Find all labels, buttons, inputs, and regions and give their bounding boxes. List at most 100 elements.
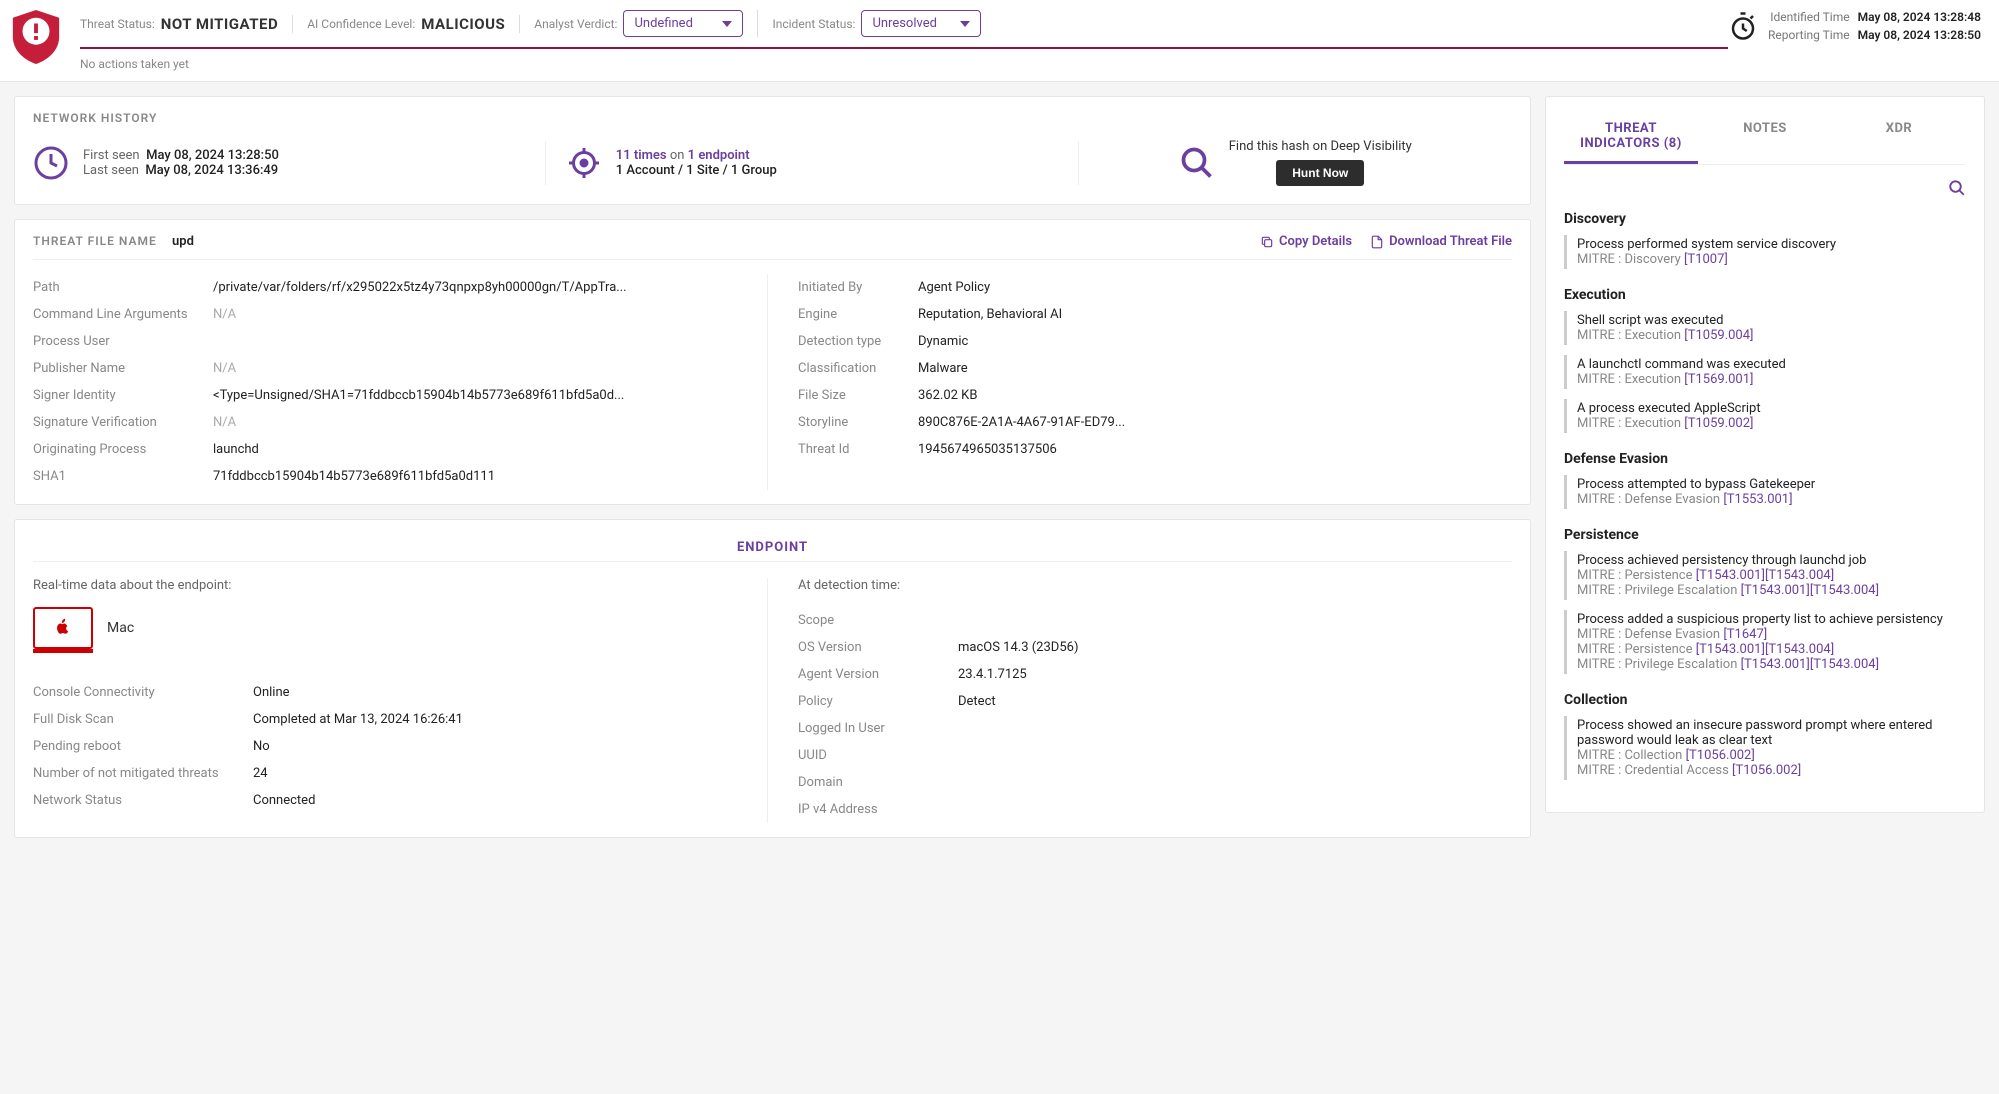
mitre-link[interactable]: [T1543.004]	[1765, 568, 1834, 583]
mitre-line: MITRE : Persistence [T1543.001][T1543.00…	[1577, 642, 1966, 657]
endpoint-value: Completed at Mar 13, 2024 16:26:41	[253, 712, 463, 727]
endpoint-value: 24	[253, 766, 268, 781]
indicator-group: ExecutionShell script was executedMITRE …	[1564, 287, 1966, 433]
hunt-now-button[interactable]: Hunt Now	[1276, 160, 1364, 186]
analyst-verdict-dropdown[interactable]: Undefined	[623, 10, 743, 37]
incident-status-label: Incident Status:	[772, 17, 855, 31]
endpoint-label: Policy	[798, 694, 958, 709]
endpoint-label: Agent Version	[798, 667, 958, 682]
threat-status-value: NOT MITIGATED	[161, 15, 278, 33]
ai-confidence-value: MALICIOUS	[421, 15, 505, 33]
detail-value: N/A	[213, 415, 236, 430]
incident-status-dropdown[interactable]: Unresolved	[861, 10, 981, 37]
detail-value: 1945674965035137506	[918, 442, 1057, 457]
search-icon[interactable]	[1948, 179, 1966, 197]
mitre-link[interactable]: [T1647]	[1723, 627, 1767, 642]
detail-row: Signer Identity<Type=Unsigned/SHA1=71fdd…	[33, 382, 747, 409]
indicator-description: Process added a suspicious property list…	[1577, 612, 1966, 627]
indicator-description: A launchctl command was executed	[1577, 357, 1966, 372]
detail-label: Threat Id	[798, 442, 918, 457]
mitre-link[interactable]: [T1543.001]	[1741, 583, 1810, 598]
detail-row: Signature VerificationN/A	[33, 409, 747, 436]
copy-details-button[interactable]: Copy Details	[1260, 234, 1352, 249]
mitre-link[interactable]: [T1543.004]	[1810, 583, 1879, 598]
endpoint-value: No	[253, 739, 270, 754]
detail-row: Process User	[33, 328, 747, 355]
mitre-link[interactable]: [T1056.002]	[1732, 763, 1801, 778]
threat-status-label: Threat Status:	[80, 17, 155, 31]
detail-label: Originating Process	[33, 442, 213, 457]
endpoint-value: macOS 14.3 (23D56)	[958, 640, 1078, 655]
first-seen-label: First seen	[83, 148, 140, 163]
scope-text: 1 Account / 1 Site / 1 Group	[616, 163, 777, 178]
endpoint-count-link[interactable]: 1 endpoint	[688, 148, 750, 163]
mitre-link[interactable]: [T1007]	[1684, 252, 1728, 267]
detail-label: Publisher Name	[33, 361, 213, 376]
mitre-link[interactable]: [T1543.004]	[1765, 642, 1834, 657]
endpoint-title: ENDPOINT	[33, 534, 1512, 562]
tab-notes[interactable]: NOTES	[1698, 111, 1832, 164]
endpoint-row: Logged In User	[798, 715, 1512, 742]
mitre-line: MITRE : Persistence [T1543.001][T1543.00…	[1577, 568, 1966, 583]
detail-value: /private/var/folders/rf/x295022x5tz4y73q…	[213, 280, 627, 295]
mitre-line: MITRE : Defense Evasion [T1553.001]	[1577, 492, 1966, 507]
network-history-panel: NETWORK HISTORY First seen May 08, 2024 …	[14, 96, 1531, 205]
indicator-group: CollectionProcess showed an insecure pas…	[1564, 692, 1966, 780]
mitre-line: MITRE : Credential Access [T1056.002]	[1577, 763, 1966, 778]
indicator-description: Process attempted to bypass Gatekeeper	[1577, 477, 1966, 492]
detail-value: <Type=Unsigned/SHA1=71fddbccb15904b14b57…	[213, 388, 624, 403]
mitre-line: MITRE : Execution [T1569.001]	[1577, 372, 1966, 387]
endpoint-label: UUID	[798, 748, 958, 763]
detail-value: Dynamic	[918, 334, 968, 349]
endpoint-row: Scope	[798, 607, 1512, 634]
mitre-line: MITRE : Privilege Escalation [T1543.001]…	[1577, 583, 1966, 598]
endpoint-row: IP v4 Address	[798, 796, 1512, 823]
last-seen-value: May 08, 2024 13:36:49	[145, 163, 278, 178]
endpoint-value: Detect	[958, 694, 996, 709]
endpoint-label: Full Disk Scan	[33, 712, 253, 727]
endpoint-row: Network StatusConnected	[33, 787, 747, 814]
download-threat-file-button[interactable]: Download Threat File	[1370, 234, 1512, 249]
mitre-link[interactable]: [T1569.001]	[1684, 372, 1753, 387]
target-icon	[566, 145, 602, 181]
mitre-link[interactable]: [T1543.004]	[1810, 657, 1879, 672]
seen-times-link[interactable]: 11 times	[616, 148, 667, 163]
endpoint-panel: ENDPOINT Real-time data about the endpoi…	[14, 519, 1531, 838]
mitre-link[interactable]: [T1543.001]	[1696, 568, 1765, 583]
indicator-item: Process attempted to bypass GatekeeperMI…	[1564, 475, 1966, 509]
ai-confidence-label: AI Confidence Level:	[307, 17, 415, 31]
last-seen-label: Last seen	[83, 163, 139, 178]
mitre-link[interactable]: [T1543.001]	[1741, 657, 1810, 672]
mitre-link[interactable]: [T1059.004]	[1684, 328, 1753, 343]
indicator-item: Process performed system service discove…	[1564, 235, 1966, 269]
detail-label: File Size	[798, 388, 918, 403]
detail-row: Publisher NameN/A	[33, 355, 747, 382]
detail-value: Malware	[918, 361, 968, 376]
os-name: Mac	[107, 620, 134, 636]
detail-value: launchd	[213, 442, 259, 457]
endpoint-row: OS VersionmacOS 14.3 (23D56)	[798, 634, 1512, 661]
mitre-link[interactable]: [T1543.001]	[1696, 642, 1765, 657]
mac-os-icon	[33, 607, 93, 649]
detail-row: Path/private/var/folders/rf/x295022x5tz4…	[33, 274, 747, 301]
endpoint-label: Pending reboot	[33, 739, 253, 754]
mitre-link[interactable]: [T1056.002]	[1686, 748, 1755, 763]
detection-time-label: At detection time:	[798, 578, 1512, 593]
endpoint-value: Connected	[253, 793, 315, 808]
indicator-item: Process achieved persistency through lau…	[1564, 551, 1966, 600]
tab-xdr[interactable]: XDR	[1832, 111, 1966, 164]
indicator-item: Process showed an insecure password prom…	[1564, 716, 1966, 780]
tab-threat-indicators[interactable]: THREAT INDICATORS (8)	[1564, 111, 1698, 164]
endpoint-value: 23.4.1.7125	[958, 667, 1027, 682]
detail-label: Classification	[798, 361, 918, 376]
detail-label: Command Line Arguments	[33, 307, 213, 322]
endpoint-label: IP v4 Address	[798, 802, 958, 817]
analyst-verdict-label: Analyst Verdict:	[534, 17, 617, 31]
identified-time-label: Identified Time	[1770, 10, 1849, 24]
mitre-link[interactable]: [T1553.001]	[1723, 492, 1792, 507]
mitre-link[interactable]: [T1059.002]	[1684, 416, 1753, 431]
detail-row: Detection typeDynamic	[798, 328, 1512, 355]
indicator-category: Execution	[1564, 287, 1966, 303]
detail-row: File Size362.02 KB	[798, 382, 1512, 409]
reporting-time-label: Reporting Time	[1768, 28, 1850, 42]
